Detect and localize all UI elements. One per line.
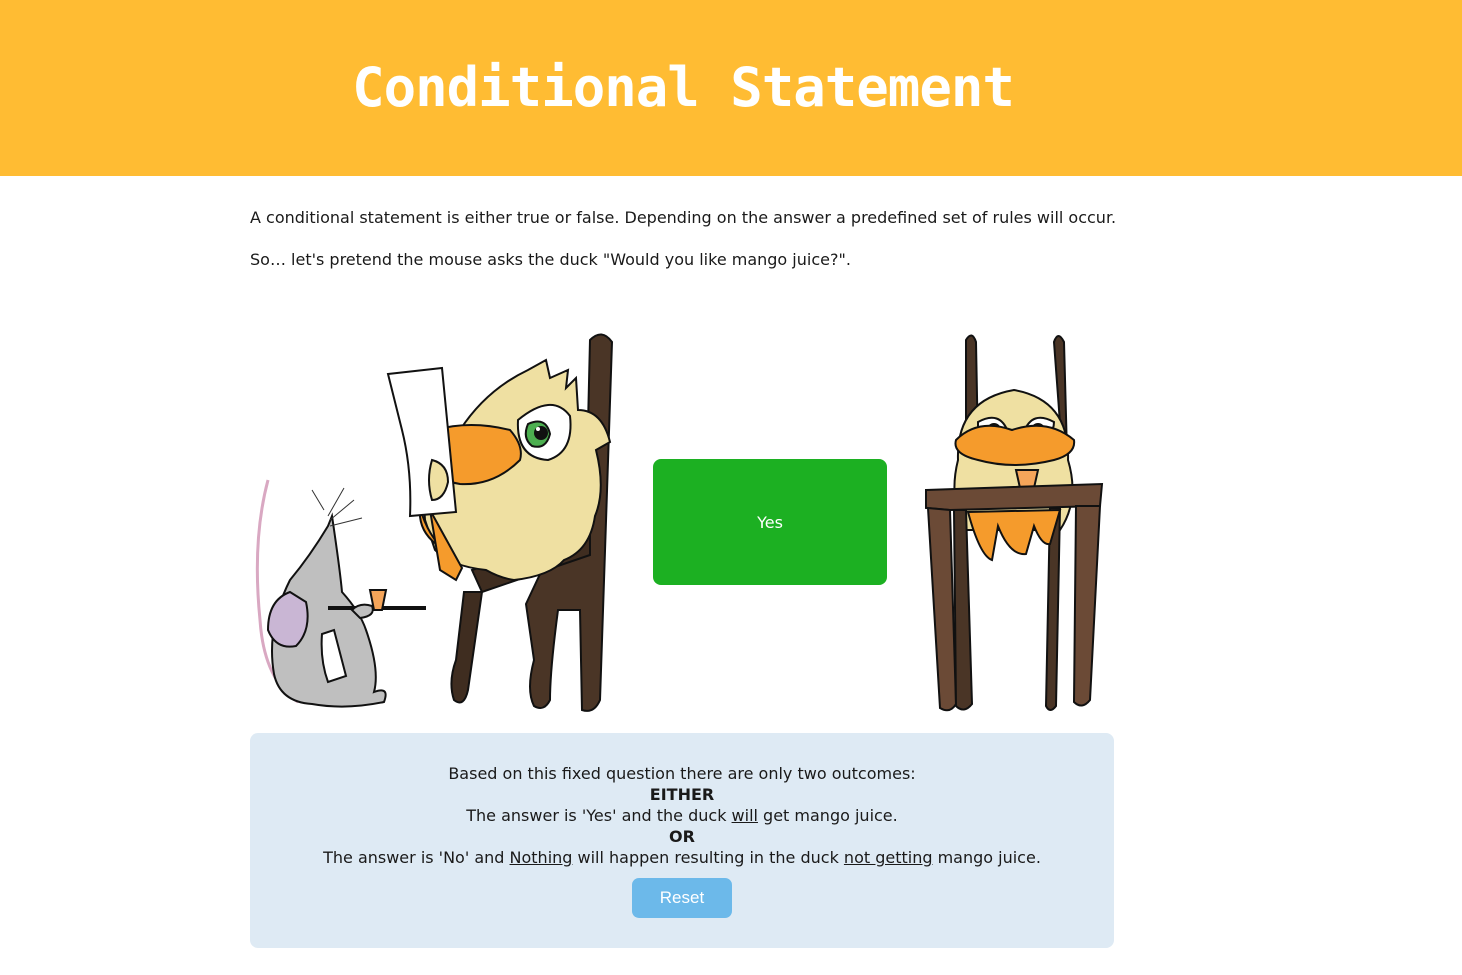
page-title: Conditional Statement [352, 56, 1015, 119]
mouse-waiter [255, 479, 426, 708]
no-outcome: The answer is 'No' and Nothing will happ… [250, 848, 1114, 867]
yes-answer-button[interactable]: Yes [653, 459, 887, 585]
right-table [925, 482, 1104, 712]
or-label: OR [669, 827, 695, 846]
yes-outcome-pre: The answer is 'Yes' and the duck [466, 806, 732, 825]
yes-outcome: The answer is 'Yes' and the duck will ge… [250, 806, 1114, 825]
intro-paragraph-definition: A conditional statement is either true o… [250, 208, 1117, 227]
no-outcome-not-getting: not getting [843, 848, 933, 867]
either-label: EITHER [649, 785, 715, 804]
outcomes-intro: Based on this fixed question there are o… [448, 764, 916, 783]
duck-reading [386, 358, 612, 582]
yes-outcome-post: get mango juice. [757, 806, 898, 825]
yes-outcome-will: will [731, 806, 758, 825]
outcomes-panel: Based on this fixed question there are o… [250, 733, 1114, 948]
no-outcome-nothing: Nothing [509, 848, 573, 867]
intro-paragraph-question: So… let's pretend the mouse asks the duc… [250, 250, 851, 269]
no-outcome-mid: will happen resulting in the duck [572, 848, 844, 867]
no-outcome-pre: The answer is 'No' and [323, 848, 510, 867]
page-header: Conditional Statement [0, 0, 1462, 176]
reset-button[interactable]: Reset [632, 878, 732, 918]
no-outcome-post: mango juice. [932, 848, 1041, 867]
